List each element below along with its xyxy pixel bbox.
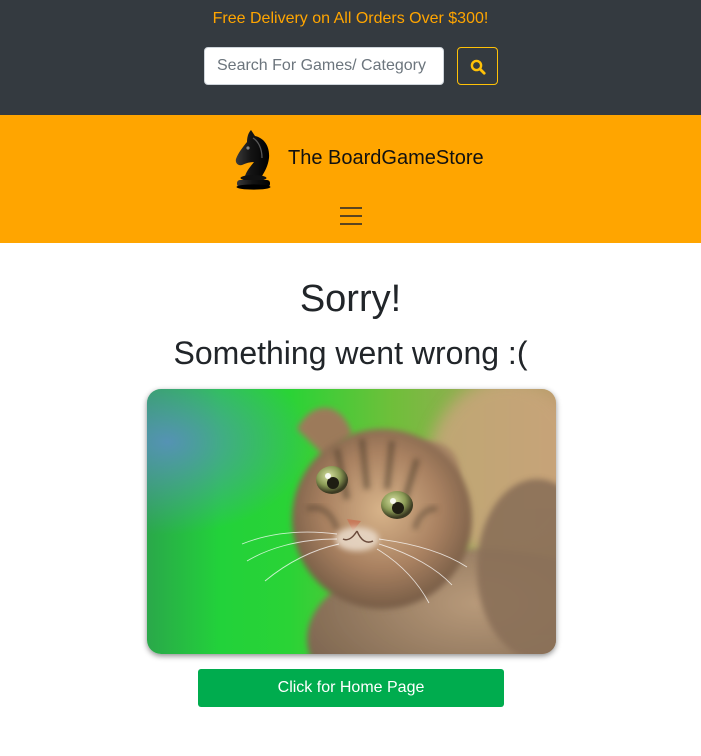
menu-line [340,215,362,217]
hamburger-menu-icon[interactable] [336,201,366,231]
error-title: Sorry! [299,278,402,320]
store-name[interactable]: The BoardGameStore [288,146,484,170]
search-input[interactable] [204,47,444,85]
sad-kitten-photo [147,389,556,654]
chess-knight-icon[interactable] [232,128,276,190]
brand-bar: The BoardGameStore [0,115,701,243]
promo-banner-text: Free Delivery on All Orders Over $300! [212,10,489,27]
error-subtitle: Something went wrong :( [173,335,528,371]
home-page-button[interactable]: Click for Home Page [198,669,504,707]
top-bar: Free Delivery on All Orders Over $300! [0,0,701,115]
search-icon [470,59,486,75]
menu-line [340,223,362,225]
search-button[interactable] [457,47,498,85]
menu-line [340,207,362,209]
